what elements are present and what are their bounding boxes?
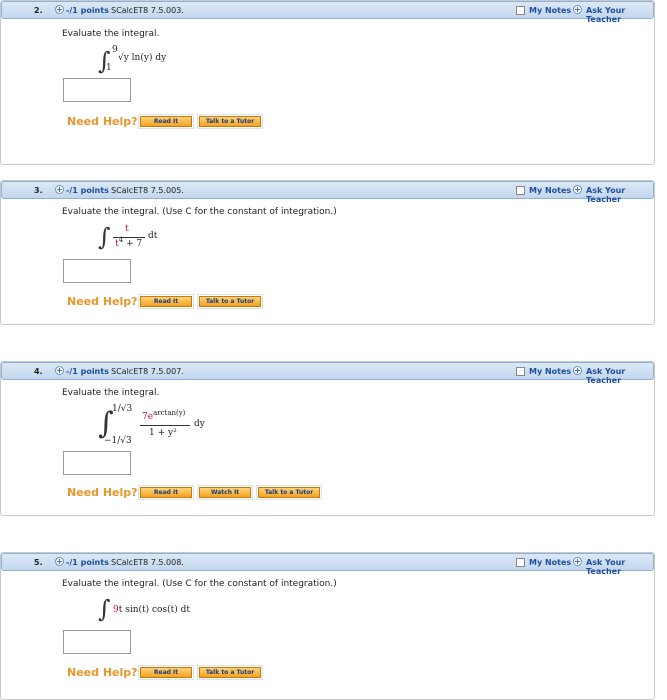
points-label: -/1 points	[66, 186, 109, 195]
question-5: 5. + -/1 points SCalcET8 7.5.008. My Not…	[0, 552, 655, 700]
ask-teacher-plus-icon[interactable]: +	[573, 557, 582, 566]
points-label: -/1 points	[66, 6, 109, 15]
talk-to-tutor-button[interactable]: Talk to a Tutor	[197, 665, 263, 680]
question-header: 2. + -/1 points SCalcET8 7.5.003. My Not…	[1, 1, 654, 24]
ask-teacher-plus-icon[interactable]: +	[573, 366, 582, 375]
numerator-exponent: arctan(y)	[153, 409, 186, 417]
fraction-denominator: 1 + y²	[149, 428, 177, 438]
question-code: SCalcET8 7.5.008.	[111, 558, 184, 567]
lower-limit: −1/√3	[104, 436, 132, 446]
read-it-button[interactable]: Read It	[138, 485, 194, 500]
upper-limit: 1/√3	[112, 404, 133, 414]
fraction-numerator: 7earctan(y)	[142, 409, 186, 422]
integrand: 9t sin(t) cos(t) dt	[113, 605, 190, 615]
ask-teacher-link[interactable]: Ask Your Teacher	[586, 367, 653, 385]
question-header: 5. + -/1 points SCalcET8 7.5.008. My Not…	[1, 553, 654, 576]
integrand-expression: t sin(t) cos(t) dt	[118, 605, 190, 615]
lower-limit: 1	[106, 63, 112, 73]
integral-sign: ∫	[98, 595, 111, 623]
fraction-bar	[140, 425, 190, 426]
expand-icon[interactable]: +	[55, 366, 64, 375]
ask-teacher-plus-icon[interactable]: +	[573, 185, 582, 194]
need-help-label: Need Help?	[67, 295, 138, 308]
my-notes-checkbox[interactable]	[516, 186, 525, 195]
question-prompt: Evaluate the integral.	[62, 388, 160, 398]
points-label: -/1 points	[66, 558, 109, 567]
question-number: 2.	[34, 6, 43, 15]
question-code: SCalcET8 7.5.005.	[111, 186, 184, 195]
my-notes-link[interactable]: My Notes	[529, 186, 571, 195]
question-3: 3. + -/1 points SCalcET8 7.5.005. My Not…	[0, 180, 655, 325]
watch-it-button[interactable]: Watch It	[197, 485, 253, 500]
ask-teacher-link[interactable]: Ask Your Teacher	[586, 558, 653, 576]
my-notes-link[interactable]: My Notes	[529, 367, 571, 376]
points-label: -/1 points	[66, 367, 109, 376]
fraction-bar	[113, 237, 145, 238]
question-number: 5.	[34, 558, 43, 567]
question-prompt: Evaluate the integral.	[62, 29, 160, 39]
question-prompt: Evaluate the integral. (Use C for the co…	[62, 207, 337, 217]
my-notes-link[interactable]: My Notes	[529, 6, 571, 15]
need-help-label: Need Help?	[67, 666, 138, 679]
my-notes-checkbox[interactable]	[516, 558, 525, 567]
fraction-denominator: t4 + 7	[115, 236, 143, 249]
answer-input[interactable]	[63, 259, 131, 283]
fraction-numerator: t	[125, 224, 129, 234]
question-header: 4. + -/1 points SCalcET8 7.5.007. My Not…	[1, 362, 654, 385]
read-it-button[interactable]: Read It	[138, 665, 194, 680]
question-code: SCalcET8 7.5.007.	[111, 367, 184, 376]
talk-to-tutor-button[interactable]: Talk to a Tutor	[197, 114, 263, 129]
numerator-coefficient: 7e	[142, 412, 154, 422]
read-it-button[interactable]: Read It	[138, 294, 194, 309]
answer-input[interactable]	[63, 630, 131, 654]
integral-sign: ∫	[98, 223, 111, 251]
expand-icon[interactable]: +	[55, 557, 64, 566]
talk-to-tutor-button[interactable]: Talk to a Tutor	[197, 294, 263, 309]
talk-to-tutor-button[interactable]: Talk to a Tutor	[256, 485, 322, 500]
integral-sign: ∫	[98, 406, 114, 441]
question-prompt: Evaluate the integral. (Use C for the co…	[62, 579, 337, 589]
expand-icon[interactable]: +	[55, 5, 64, 14]
my-notes-checkbox[interactable]	[516, 6, 525, 15]
read-it-button[interactable]: Read It	[138, 114, 194, 129]
question-code: SCalcET8 7.5.003.	[111, 6, 184, 15]
need-help-label: Need Help?	[67, 115, 138, 128]
integrand: √y ln(y) dy	[118, 53, 167, 63]
question-header: 3. + -/1 points SCalcET8 7.5.005. My Not…	[1, 181, 654, 204]
ask-teacher-link[interactable]: Ask Your Teacher	[586, 186, 653, 204]
denominator-exponent: 4	[118, 236, 124, 244]
answer-input[interactable]	[63, 451, 131, 475]
question-number: 3.	[34, 186, 43, 195]
expand-icon[interactable]: +	[55, 185, 64, 194]
question-number: 4.	[34, 367, 43, 376]
denominator-rest: + 7	[123, 239, 143, 249]
upper-limit: 9	[112, 45, 118, 55]
my-notes-checkbox[interactable]	[516, 367, 525, 376]
my-notes-link[interactable]: My Notes	[529, 558, 571, 567]
question-2: 2. + -/1 points SCalcET8 7.5.003. My Not…	[0, 0, 655, 165]
question-4: 4. + -/1 points SCalcET8 7.5.007. My Not…	[0, 361, 655, 516]
ask-teacher-link[interactable]: Ask Your Teacher	[586, 6, 653, 24]
answer-input[interactable]	[63, 78, 131, 102]
differential: dt	[148, 231, 158, 241]
differential: dy	[194, 419, 205, 429]
need-help-label: Need Help?	[67, 486, 138, 499]
ask-teacher-plus-icon[interactable]: +	[573, 5, 582, 14]
